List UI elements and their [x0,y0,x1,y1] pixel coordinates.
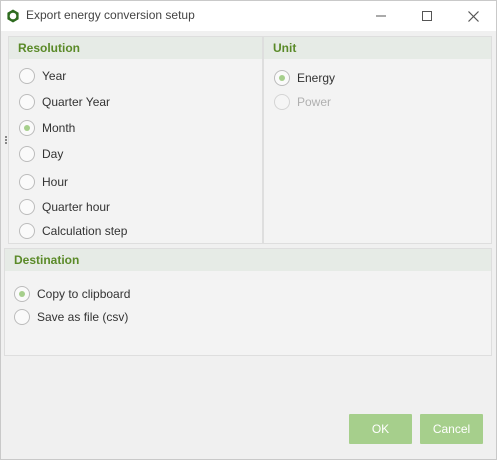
radio-day[interactable]: Day [19,145,63,163]
radio-copy-to-clipboard[interactable]: Copy to clipboard [14,285,130,303]
radio-hour-label: Hour [42,175,69,189]
app-icon [7,9,19,23]
radio-power-label: Power [297,95,332,109]
radio-calculation-step[interactable]: Calculation step [19,222,127,240]
radio-hour-circle[interactable] [19,174,35,190]
radio-month-label: Month [42,121,76,135]
radio-energy[interactable]: Energy [274,69,335,87]
radio-year[interactable]: Year [19,67,66,85]
resize-grip[interactable] [5,136,7,144]
radio-quarter-hour-label: Quarter hour [42,200,111,214]
title-bar[interactable]: Export energy conversion setup [1,1,496,31]
close-button[interactable] [450,1,496,31]
unit-panel: Unit Energy Power [263,36,492,244]
radio-hour[interactable]: Hour [19,173,68,191]
radio-quarter-year-circle[interactable] [19,94,35,110]
radio-year-circle[interactable] [19,68,35,84]
radio-month-circle[interactable] [19,120,35,136]
radio-energy-label: Energy [297,71,336,85]
radio-save-as-file-label: Save as file (csv) [37,310,129,324]
maximize-button[interactable] [404,1,450,31]
resolution-header: Resolution [9,37,262,59]
radio-energy-circle[interactable] [274,70,290,86]
ok-button[interactable]: OK [349,414,412,444]
radio-calculation-step-label: Calculation step [42,224,128,238]
radio-day-circle[interactable] [19,146,35,162]
radio-year-label: Year [42,69,67,83]
radio-month[interactable]: Month [19,119,75,137]
radio-power-circle [274,94,290,110]
destination-header: Destination [5,249,491,271]
destination-panel: Destination Copy to clipboard Save as fi… [4,248,492,356]
radio-quarter-year-label: Quarter Year [42,95,111,109]
radio-quarter-year[interactable]: Quarter Year [19,93,110,111]
radio-quarter-hour[interactable]: Quarter hour [19,198,110,216]
radio-power: Power [274,93,331,111]
radio-day-label: Day [42,147,64,161]
resolution-panel: Resolution Year Quarter Year Month Day H… [8,36,263,244]
radio-quarter-hour-circle[interactable] [19,199,35,215]
maximize-icon [422,11,432,21]
minimize-icon [376,15,386,17]
radio-calculation-step-circle[interactable] [19,223,35,239]
cancel-button[interactable]: Cancel [420,414,483,444]
window-title: Export energy conversion setup [26,8,195,22]
radio-save-as-file-circle[interactable] [14,309,30,325]
radio-copy-to-clipboard-circle[interactable] [14,286,30,302]
unit-header: Unit [264,37,491,59]
close-icon [467,10,479,22]
radio-copy-to-clipboard-label: Copy to clipboard [37,287,131,301]
minimize-button[interactable] [358,1,404,31]
radio-save-as-file[interactable]: Save as file (csv) [14,308,128,326]
export-dialog-window: Export energy conversion setup Resolutio… [0,0,497,460]
